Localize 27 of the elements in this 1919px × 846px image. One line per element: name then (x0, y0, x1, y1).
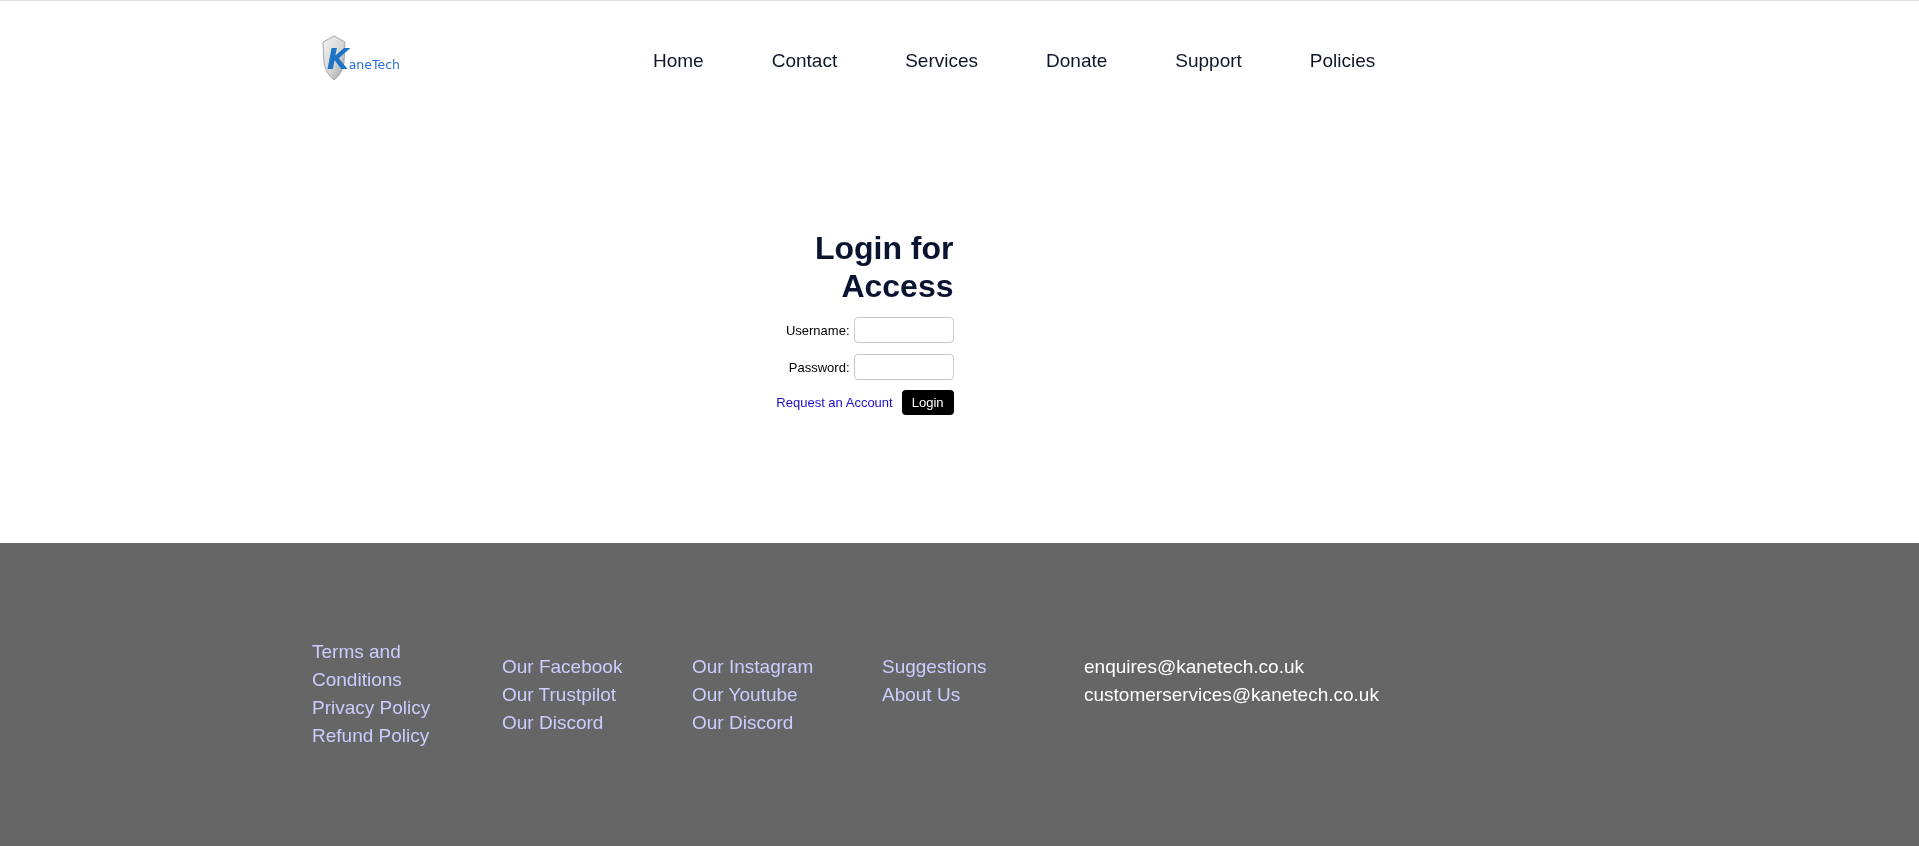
field-label: Password: (788, 359, 850, 375)
request-account-link[interactable]: Request an Account (776, 395, 893, 410)
footer-link[interactable]: Terms and Conditions (312, 638, 462, 694)
login-button[interactable]: Login (901, 390, 954, 415)
footer-link[interactable]: Our Youtube (692, 681, 798, 709)
nav-link[interactable]: Support (1175, 50, 1242, 72)
footer-link[interactable]: Our Discord (692, 709, 794, 737)
logo-wordmark[interactable]: KaneTech (327, 44, 400, 80)
field-label: Username: (785, 322, 850, 338)
nav-link[interactable]: Services (905, 50, 979, 72)
footer-link[interactable]: Our Discord (502, 709, 604, 737)
footer-link[interactable]: Refund Policy (312, 722, 430, 750)
nav-link[interactable]: Policies (1309, 50, 1376, 72)
footer-link[interactable]: Our Instagram (692, 653, 814, 681)
footer-link[interactable]: Privacy Policy (312, 694, 431, 722)
input-field[interactable] (853, 354, 954, 380)
login-heading: Login for Access (813, 229, 954, 305)
nav-link[interactable]: Contact (771, 50, 838, 72)
footer-link[interactable]: About Us (882, 681, 961, 709)
contact-email: customerservices@kanetech.co.uk (1084, 683, 1379, 707)
contact-email: enquires@kanetech.co.uk (1084, 655, 1304, 679)
footer-link[interactable]: Our Facebook (502, 653, 623, 681)
footer-link[interactable]: Suggestions (882, 653, 987, 681)
nav-link[interactable]: Donate (1046, 50, 1108, 72)
nav-link[interactable]: Home (653, 50, 704, 72)
footer-link[interactable]: Our Trustpilot (502, 681, 617, 709)
input-field[interactable] (853, 317, 954, 343)
